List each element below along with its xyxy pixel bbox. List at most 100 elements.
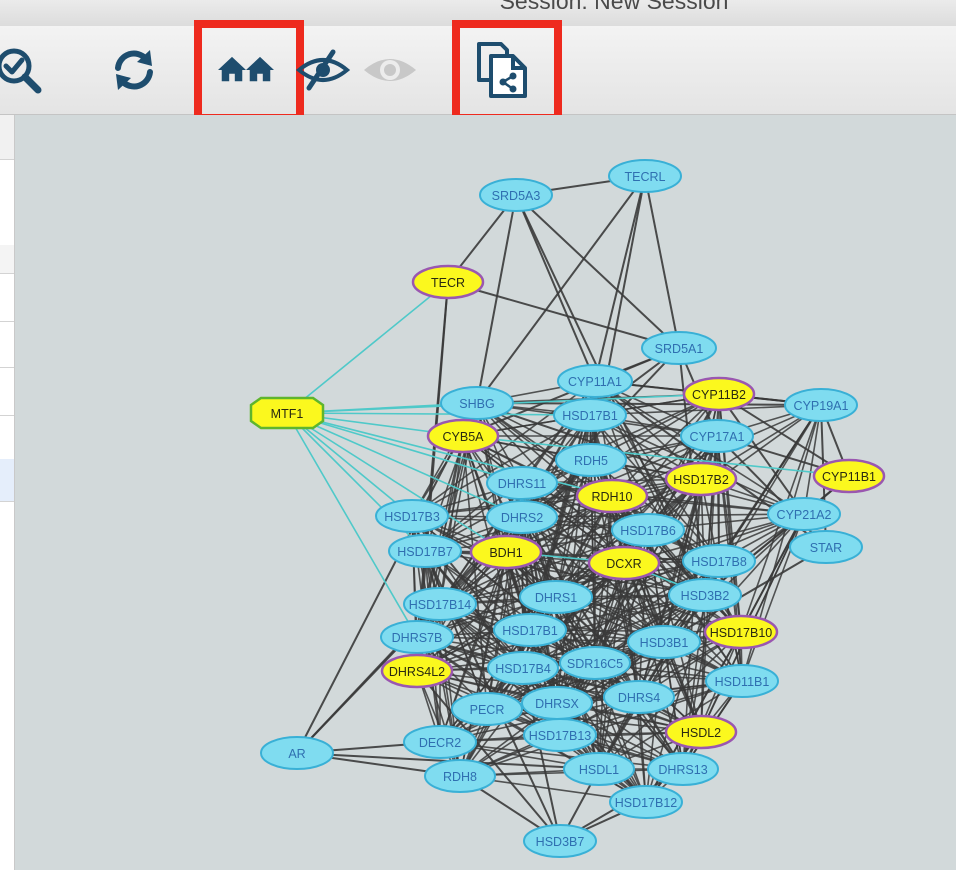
node-tecr[interactable]: TECR: [411, 264, 485, 300]
node-hsd17b6[interactable]: HSD17B6: [611, 513, 685, 547]
node-label: STAR: [810, 541, 842, 555]
node-cyp19a1[interactable]: CYP19A1: [784, 388, 858, 422]
node-tecrl[interactable]: TECRL: [608, 159, 682, 193]
panel-row: [0, 159, 14, 246]
node-star[interactable]: STAR: [789, 530, 863, 564]
toolbar: [0, 20, 956, 122]
edge[interactable]: [296, 402, 478, 754]
node-hsd17b1[interactable]: HSD17B1: [553, 398, 627, 432]
node-label: HSD17B12: [615, 796, 678, 810]
node-hsd17b7[interactable]: HSD17B7: [388, 534, 462, 568]
node-hsd17b12[interactable]: HSD17B12: [609, 785, 683, 819]
node-cyp11b1[interactable]: CYP11B1: [812, 458, 886, 494]
edge-mtf1[interactable]: [286, 281, 449, 414]
node-label: CYB5A: [443, 430, 485, 444]
node-label: HSD17B14: [409, 598, 472, 612]
node-label: SRD5A3: [492, 189, 541, 203]
node-label: CYP21A2: [777, 508, 832, 522]
node-label: HSD17B6: [620, 524, 676, 538]
edge[interactable]: [476, 402, 822, 406]
edge-mtf1[interactable]: [286, 412, 591, 416]
edge[interactable]: [594, 175, 646, 382]
node-hsd17b4[interactable]: HSD17B4: [487, 651, 559, 685]
node-label: RDH8: [443, 770, 477, 784]
node-dhrs1[interactable]: DHRS1: [519, 580, 593, 614]
node-label: HSD17B8: [691, 555, 747, 569]
node-label: HSD11B1: [715, 675, 770, 689]
node-label: HSD17B1: [562, 409, 618, 423]
node-label: HSD3B7: [536, 835, 585, 849]
node-srd5a3[interactable]: SRD5A3: [479, 178, 553, 212]
node-hsd17b8[interactable]: HSD17B8: [682, 544, 756, 578]
panel-row-selected[interactable]: [0, 459, 14, 502]
panel-row: [0, 367, 14, 416]
node-dhrs13[interactable]: DHRS13: [647, 752, 719, 786]
hide-selected-button[interactable]: [295, 42, 351, 98]
panel-row: [0, 415, 14, 460]
node-pecr[interactable]: PECR: [451, 692, 523, 726]
node-label: SRD5A1: [655, 342, 704, 356]
node-cyp11b2[interactable]: CYP11B2: [682, 376, 756, 412]
refresh-button[interactable]: [106, 42, 162, 98]
panel-header-row: [0, 115, 14, 160]
node-dhrs4l2[interactable]: DHRS4L2: [380, 653, 454, 689]
node-cyp11a1[interactable]: CYP11A1: [557, 364, 633, 398]
node-label: DHRSX: [535, 697, 579, 711]
node-ar[interactable]: AR: [260, 736, 334, 770]
control-panel-edge: [0, 115, 15, 870]
network-canvas[interactable]: TECRL SRD5A3 TECR SRD5A1 MTF1 CYP11A1 CYP11B2 C…: [15, 115, 956, 870]
node-label: HSD17B4: [495, 662, 551, 676]
node-shbg[interactable]: SHBG: [440, 386, 514, 420]
node-sdr16c5[interactable]: SDR16C5: [559, 646, 631, 680]
node-cyp21a2[interactable]: CYP21A2: [767, 497, 841, 531]
node-hsd17b2[interactable]: HSD17B2: [664, 461, 738, 497]
network-view[interactable]: TECRL SRD5A3 TECR SRD5A1 MTF1 CYP11A1 CYP11B2 C…: [15, 115, 956, 870]
node-decr2[interactable]: DECR2: [403, 725, 477, 759]
node-label: HSDL2: [681, 726, 721, 740]
node-dhrs11[interactable]: DHRS11: [486, 466, 558, 500]
node-label: HSD17B7: [397, 545, 453, 559]
node-label: DHRS7B: [392, 631, 443, 645]
zoom-selected-button[interactable]: [0, 42, 46, 98]
node-hsd17b14[interactable]: HSD17B14: [403, 587, 477, 621]
node-label: CYP17A1: [690, 430, 745, 444]
node-hsd3b2[interactable]: HSD3B2: [668, 578, 742, 612]
node-hsd11b1[interactable]: HSD11B1: [705, 664, 779, 698]
node-label: SDR16C5: [567, 657, 623, 671]
node-hsd3b7[interactable]: HSD3B7: [523, 824, 597, 858]
node-hsdl2[interactable]: HSDL2: [664, 714, 738, 750]
node-hsd17b3[interactable]: HSD17B3: [375, 499, 449, 533]
node-bdh1[interactable]: BDH1: [469, 534, 543, 570]
edge[interactable]: [515, 194, 596, 382]
node-dhrsx[interactable]: DHRSX: [521, 686, 593, 720]
node-dhrs2[interactable]: DHRS2: [486, 500, 558, 534]
node-rdh8[interactable]: RDH8: [424, 759, 496, 793]
node-label: HSD3B2: [681, 589, 730, 603]
node-label: TECR: [431, 276, 465, 290]
highlight-box-new-network: [452, 20, 562, 122]
node-label: DCXR: [606, 557, 641, 571]
node-dhrs4[interactable]: DHRS4: [603, 680, 675, 714]
node-dhrs7b[interactable]: DHRS7B: [380, 620, 454, 654]
node-hsdl1[interactable]: HSDL1: [563, 752, 635, 786]
node-hsd17b10[interactable]: HSD17B10: [703, 614, 779, 650]
node-rdh5[interactable]: RDH5: [555, 443, 627, 477]
node-rdh10[interactable]: RDH10: [575, 478, 649, 514]
node-cyb5a[interactable]: CYB5A: [426, 418, 500, 454]
node-dcxr[interactable]: DCXR: [587, 545, 661, 581]
node-label: TECRL: [625, 170, 666, 184]
node-hsd3b1[interactable]: HSD3B1: [627, 625, 701, 659]
node-label: HSD3B1: [640, 636, 689, 650]
node-hsd17b1[interactable]: HSD17B1: [493, 613, 567, 647]
show-all-button[interactable]: [362, 42, 418, 98]
node-mtf1[interactable]: MTF1: [249, 396, 325, 430]
node-label: DHRS4L2: [389, 665, 445, 679]
node-label: CYP11A1: [568, 375, 622, 389]
node-label: HSD17B3: [384, 510, 440, 524]
panel-row: [0, 273, 14, 322]
node-label: DECR2: [419, 736, 461, 750]
node-hsd17b13[interactable]: HSD17B13: [523, 718, 597, 752]
node-cyp17a1[interactable]: CYP17A1: [680, 419, 754, 453]
node-srd5a1[interactable]: SRD5A1: [641, 331, 717, 365]
panel-row: [0, 245, 14, 274]
